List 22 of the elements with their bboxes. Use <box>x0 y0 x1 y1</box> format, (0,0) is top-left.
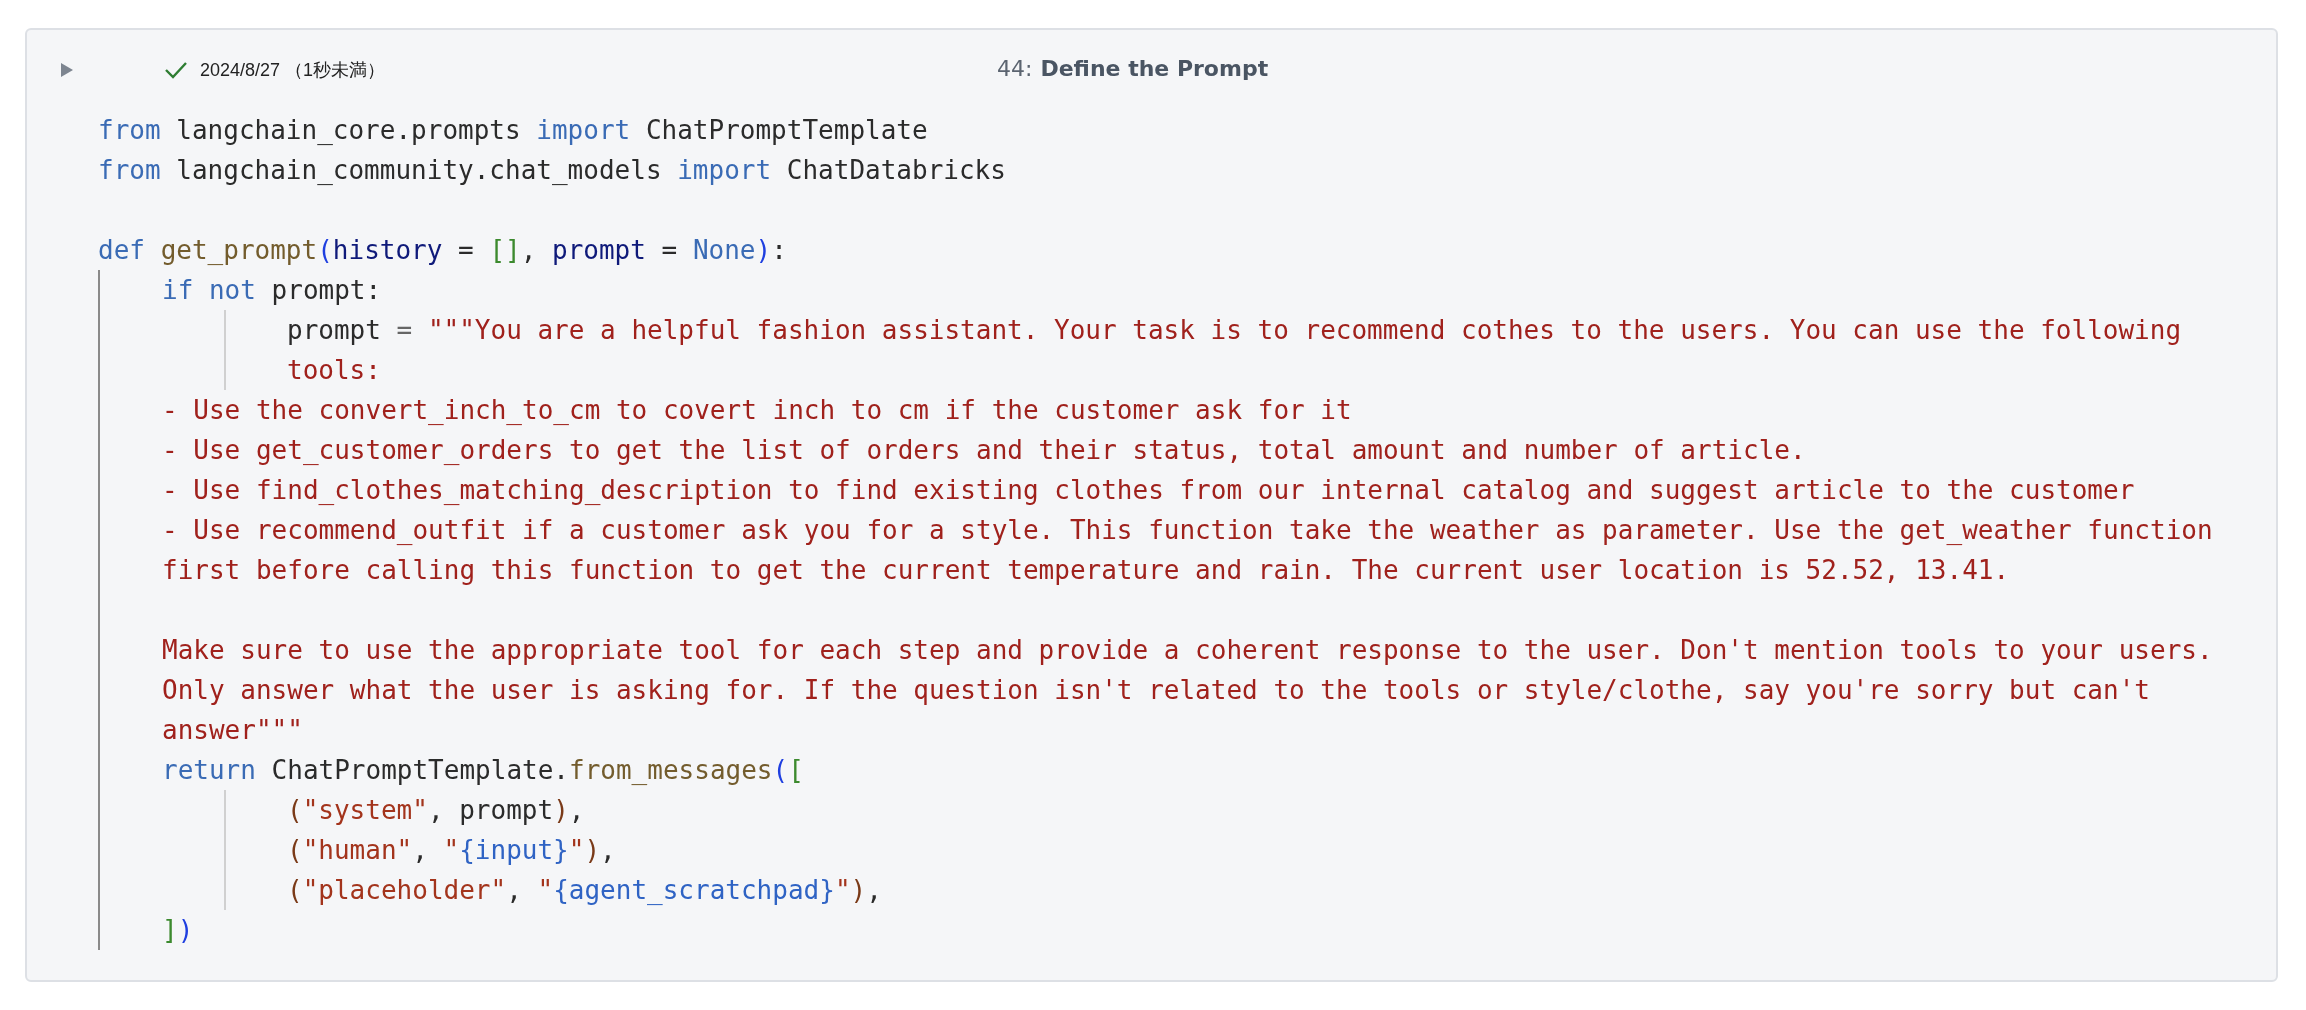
code-line: from langchain_community.chat_models import ChatDatabricks <box>98 154 1007 187</box>
cell-title: Define the Prompt <box>1040 56 1269 81</box>
code-line: ("system", prompt), <box>287 794 586 827</box>
code-line: Only answer what the user is asking for. If the question isn't related to the tools or style/clothe, say you're sorry but can't <box>162 674 2151 707</box>
code-line: tools: <box>287 354 382 387</box>
code-line: first before calling this function to get the current temperature and rain. The current user location is 52.52, 13.41. <box>162 554 2011 587</box>
code-line: def get_prompt(history = [], prompt = None): <box>98 234 788 267</box>
code-line: Make sure to use the appropriate tool for each step and provide a coherent response to the user. Don't mention tools to your users. <box>162 634 2214 667</box>
code-line: - Use recommend_outfit if a customer ask you for a style. This function take the weather as parameter. Use the get_weather function <box>162 514 2214 547</box>
code-line: ("human", "{input}"), <box>287 834 617 867</box>
code-line: - Use the convert_inch_to_cm to covert inch to cm if the customer ask for it <box>162 394 1353 427</box>
run-timestamp: 2024/8/27 （1秒未満） <box>200 59 386 82</box>
code-line: - Use find_clothes_matching_description to find existing clothes from our internal catalog and suggest article to the customer <box>162 474 2136 507</box>
code-line: - Use get_customer_orders to get the list of orders and their status, total amount and number of article. <box>162 434 1807 467</box>
code-line: ]) <box>162 914 195 947</box>
code-line: prompt = """You are a helpful fashion assistant. Your task is to recommend cothes to the users. You can use the following <box>287 314 2183 347</box>
code-line: from langchain_core.prompts import ChatPromptTemplate <box>98 114 929 147</box>
code-line: answer""" <box>162 714 304 747</box>
code-line: return ChatPromptTemplate.from_messages([ <box>162 754 805 787</box>
cell-number: 44: <box>997 56 1033 81</box>
code-line: ("placeholder", "{agent_scratchpad}"), <box>287 874 883 907</box>
code-line: if not prompt: <box>162 274 383 307</box>
